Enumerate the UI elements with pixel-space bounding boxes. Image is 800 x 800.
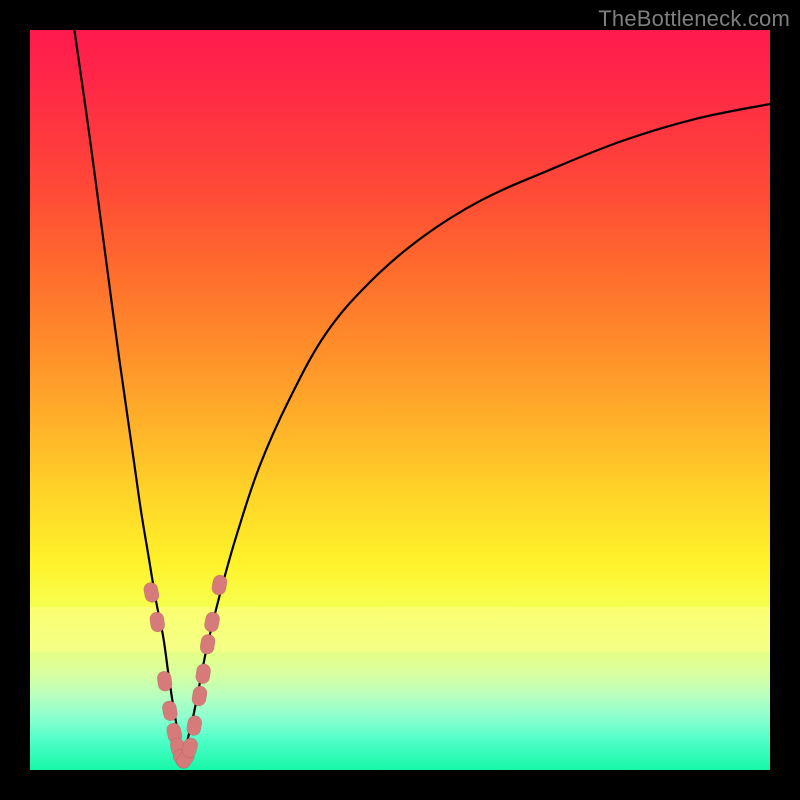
curve-left [74,30,181,763]
plot-area [30,30,770,770]
chart-svg [30,30,770,770]
data-marker [195,663,212,685]
data-marker [199,633,216,655]
data-marker [156,670,173,692]
curve-right [182,104,770,763]
data-marker [191,685,208,707]
data-marker [143,581,161,603]
watermark-text: TheBottleneck.com [598,6,790,32]
data-marker [149,611,166,633]
data-marker [203,611,221,633]
